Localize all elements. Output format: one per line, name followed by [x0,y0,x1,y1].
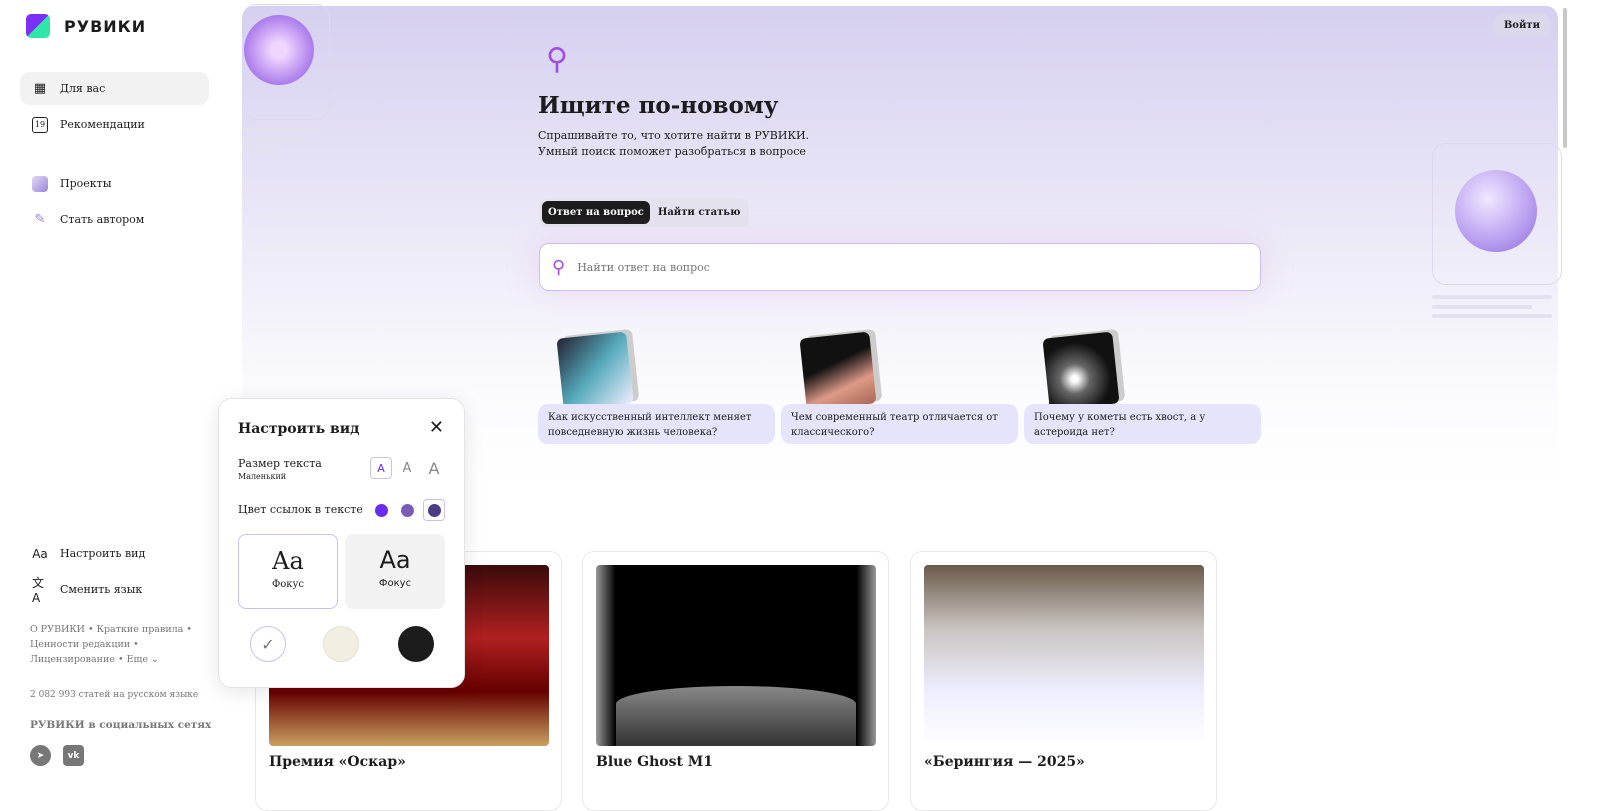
flower-decoration [242,4,330,120]
decor-line [242,147,282,151]
question-image [799,331,877,411]
footer-links: О РУВИКИ • Краткие правила • Ценности ре… [30,624,192,665]
link-color-indigo[interactable] [423,499,445,521]
close-icon[interactable]: ✕ [429,417,444,438]
article-image [596,565,876,746]
nav-for-you[interactable]: ▦ Для вас [20,72,209,105]
search-input[interactable] [577,260,1178,274]
pen-icon: ✎ [34,212,46,227]
article-count: 2 082 993 статей на русском языке [30,690,199,700]
tab-answer[interactable]: Ответ на вопрос [542,201,650,224]
login-button[interactable]: Войти [1493,14,1550,37]
question-image [1042,331,1120,411]
link-about[interactable]: О РУВИКИ [30,624,85,635]
decor-line [1432,305,1532,309]
link-licensing[interactable]: Лицензирование [30,654,115,665]
nav-become-author[interactable]: ✎ Стать автором [20,203,209,236]
theme-light[interactable]: ✓ [250,626,286,662]
search-mode-tabs: Ответ на вопрос Найти статью [539,198,750,227]
ball-decoration [1432,143,1562,285]
ball-icon [1455,170,1537,252]
text-size-value: Маленький [238,472,287,481]
text-size-medium[interactable]: A [396,457,418,479]
text-size-label: Размер текста [238,457,322,470]
customize-view-popup: Настроить вид ✕ Размер текста Маленький … [218,398,465,688]
search-box: ⚲ [539,243,1261,291]
link-values[interactable]: Ценности редакции [30,639,130,650]
decor-line [242,128,322,132]
link-rules[interactable]: Краткие правила [97,624,184,635]
text-size-icon: Aa [32,546,48,561]
hero-subtitle: Спрашивайте то, что хотите найти в РУВИК… [538,129,810,158]
link-color-purple[interactable] [396,499,418,521]
translate-icon: 文A [32,576,45,605]
vk-icon[interactable]: vk [63,745,84,766]
nav-recommendations[interactable]: 19 Рекомендации [20,108,209,141]
nav-projects[interactable]: Проекты [20,167,209,200]
ai-search-icon: ⚲ [552,256,566,278]
projects-icon [32,175,48,192]
logo[interactable]: РУВИКИ [26,14,146,38]
article-card[interactable]: Blue Ghost M1 [582,551,889,811]
theme-sepia[interactable] [323,626,359,662]
text-size-large[interactable]: A [423,457,445,479]
text-size-small[interactable]: A [370,457,392,479]
scrollbar[interactable] [1563,8,1567,148]
link-more[interactable]: Еще [127,654,148,665]
theme-dark[interactable] [398,626,434,662]
calendar-icon: 19 [32,116,48,133]
social-title: РУВИКИ в социальных сетях [30,719,212,731]
change-language-button[interactable]: 文A Сменить язык [20,573,209,606]
link-color-violet[interactable] [370,499,392,521]
ai-search-icon: ⚲ [546,42,568,77]
logo-icon [26,14,50,38]
flower-icon [244,15,314,85]
font-option-serif[interactable]: Aa Фокус [238,534,338,609]
customize-view-button[interactable]: Aa Настроить вид [20,537,209,570]
hero-title: Ищите по-новому [538,92,779,119]
chevron-down-icon[interactable]: ⌄ [148,654,159,665]
telegram-icon[interactable]: ➤ [30,745,51,766]
article-card[interactable]: «Берингия — 2025» [910,551,1217,811]
font-option-sans[interactable]: Aa Фокус [345,534,445,609]
popup-title: Настроить вид [238,421,360,437]
link-color-label: Цвет ссылок в тексте [238,503,363,516]
tab-find-article[interactable]: Найти статью [652,201,746,224]
decor-line [1432,295,1552,299]
sidebar: РУВИКИ ▦ Для вас 19 Рекомендации Проекты ✎… [0,0,240,799]
grid-icon: ▦ [33,81,47,96]
question-image [556,331,634,411]
decor-line [1432,314,1552,318]
decor-line [242,138,302,142]
article-image [924,565,1204,746]
check-icon: ✓ [261,634,275,654]
